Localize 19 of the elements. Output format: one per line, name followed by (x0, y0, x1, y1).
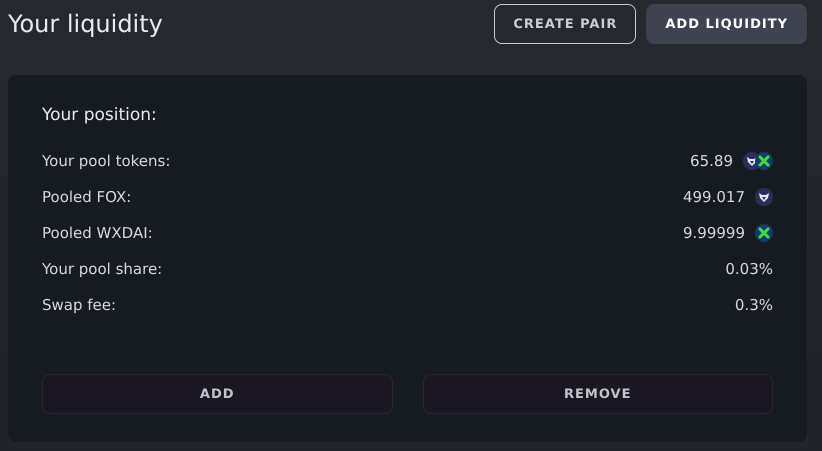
create-pair-button[interactable]: CREATE PAIR (494, 4, 636, 44)
row-value: 9.99999 (682, 224, 745, 242)
row-label: Pooled WXDAI: (42, 224, 153, 242)
row-label: Swap fee: (42, 296, 116, 314)
fox-token-icon (755, 188, 773, 206)
x-token-icon (755, 224, 773, 242)
row-value: 65.89 (690, 152, 733, 170)
row-value: 0.03% (725, 260, 773, 278)
token-pair-icon (743, 152, 773, 170)
add-button[interactable]: ADD (42, 374, 392, 414)
page-title: Your liquidity (8, 10, 163, 38)
row-label: Your pool tokens: (42, 152, 170, 170)
row-label: Pooled FOX: (42, 188, 132, 206)
add-liquidity-button[interactable]: ADD LIQUIDITY (646, 4, 807, 44)
card-title: Your position: (42, 105, 158, 125)
remove-button[interactable]: REMOVE (422, 374, 773, 414)
row-value: 499.017 (682, 188, 745, 206)
row-label: Your pool share: (42, 260, 162, 278)
row-value: 0.3% (734, 296, 773, 314)
